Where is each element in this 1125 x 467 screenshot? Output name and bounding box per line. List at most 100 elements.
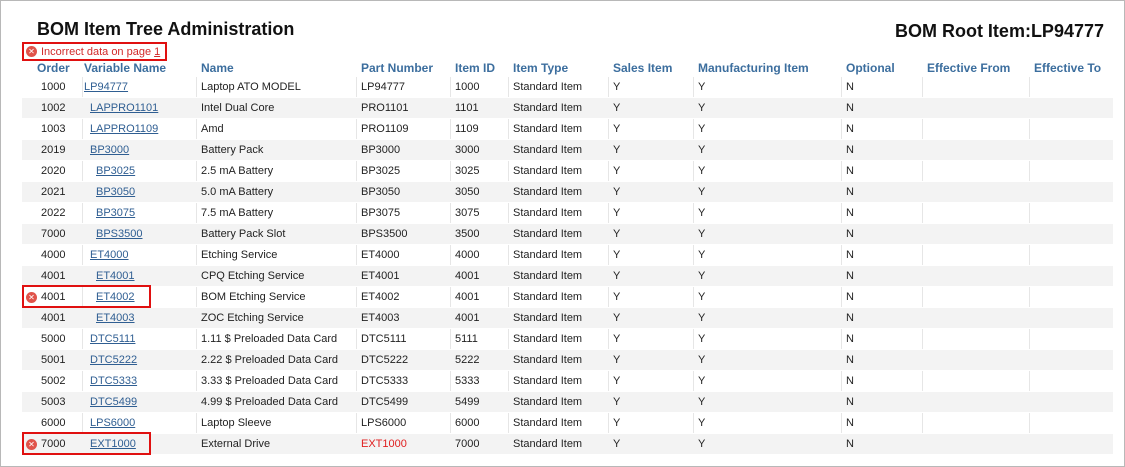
table-row[interactable]: ✕ 4001 ET4002 BOM Etching Service ET4002 4001… — [22, 285, 1113, 308]
cell-optional: N — [846, 186, 854, 198]
cell-sales-item: Y — [613, 396, 621, 408]
col-header-effective-from[interactable]: Effective From — [927, 61, 1010, 75]
cell-item-type: Standard Item — [513, 375, 583, 387]
cell-part-number: LP94777 — [361, 81, 406, 93]
cell-manufacturing-item: Y — [698, 144, 706, 156]
variable-name-link[interactable]: ET4003 — [96, 312, 135, 324]
table-row[interactable]: ✕ 7000 EXT1000 External Drive EXT1000 7000 Sta… — [22, 432, 1113, 455]
cell-item-id: 6000 — [455, 417, 480, 429]
cell-optional: N — [846, 312, 854, 324]
cell-optional: N — [846, 333, 854, 345]
col-header-optional[interactable]: Optional — [846, 61, 895, 75]
table-row[interactable]: 2021 BP3050 5.0 mA Battery BP3050 3050 Standa… — [22, 182, 1113, 203]
table-row[interactable]: 5000 DTC5111 1.11 $ Preloaded Data Card DTC… — [22, 329, 1113, 350]
cell-part-number: ET4003 — [361, 312, 400, 324]
cell-item-type: Standard Item — [513, 333, 583, 345]
cell-name: ZOC Etching Service — [201, 312, 304, 324]
error-highlight — [22, 285, 151, 308]
table-row[interactable]: 4001 ET4001 CPQ Etching Service ET4001 4001 S… — [22, 266, 1113, 287]
error-page-link[interactable]: 1 — [154, 46, 160, 58]
cell-part-number: DTC5222 — [361, 354, 409, 366]
cell-manufacturing-item: Y — [698, 333, 706, 345]
cell-sales-item: Y — [613, 102, 621, 114]
table-row[interactable]: 1002 LAPPRO1101 Intel Dual Core PRO1101 1101… — [22, 98, 1113, 119]
table-row[interactable]: 5002 DTC5333 3.33 $ Preloaded Data Card DTC… — [22, 371, 1113, 392]
variable-name-link[interactable]: LP94777 — [84, 81, 128, 93]
variable-name-link[interactable]: LPS6000 — [90, 417, 135, 429]
table-row[interactable]: 1000 LP94777 Laptop ATO MODEL LP94777 1000 St… — [22, 77, 1113, 98]
col-header-manufacturing-item[interactable]: Manufacturing Item — [698, 61, 809, 75]
table-row[interactable]: 2019 BP3000 Battery Pack BP3000 3000 Standard… — [22, 140, 1113, 161]
variable-name-link[interactable]: BP3050 — [96, 186, 135, 198]
cell-sales-item: Y — [613, 270, 621, 282]
cell-manufacturing-item: Y — [698, 123, 706, 135]
cell-optional: N — [846, 396, 854, 408]
cell-item-id: 5333 — [455, 375, 480, 387]
variable-name-link[interactable]: LAPPRO1109 — [90, 123, 158, 135]
cell-sales-item: Y — [613, 333, 621, 345]
cell-item-type: Standard Item — [513, 186, 583, 198]
cell-manufacturing-item: Y — [698, 165, 706, 177]
cell-item-type: Standard Item — [513, 396, 583, 408]
variable-name-link[interactable]: DTC5222 — [90, 354, 137, 366]
cell-manufacturing-item: Y — [698, 207, 706, 219]
cell-optional: N — [846, 102, 854, 114]
cell-item-id: 1000 — [455, 81, 480, 93]
variable-name-link[interactable]: DTC5499 — [90, 396, 137, 408]
table-row[interactable]: 7000 BPS3500 Battery Pack Slot BPS3500 3500 S… — [22, 224, 1113, 245]
col-header-effective-to[interactable]: Effective To — [1034, 61, 1101, 75]
col-header-part-number[interactable]: Part Number — [361, 61, 433, 75]
cell-part-number: BP3025 — [361, 165, 401, 177]
cell-part-number: DTC5333 — [361, 375, 409, 387]
table-row[interactable]: 4000 ET4000 Etching Service ET4000 4000 Stand… — [22, 245, 1113, 266]
cell-sales-item: Y — [613, 249, 621, 261]
cell-item-type: Standard Item — [513, 165, 583, 177]
bom-table-body: 1000 LP94777 Laptop ATO MODEL LP94777 1000 St… — [22, 77, 1113, 455]
variable-name-link[interactable]: DTC5111 — [90, 333, 135, 345]
cell-name: 2.5 mA Battery — [201, 165, 274, 177]
cell-manufacturing-item: Y — [698, 228, 706, 240]
table-row[interactable]: 4001 ET4003 ZOC Etching Service ET4003 4001 S… — [22, 308, 1113, 329]
table-header: Order Variable Name Name Part Number Ite… — [0, 61, 1125, 77]
variable-name-link[interactable]: BP3025 — [96, 165, 135, 177]
col-header-name[interactable]: Name — [201, 61, 234, 75]
table-row[interactable]: 2022 BP3075 7.5 mA Battery BP3075 3075 Standa… — [22, 203, 1113, 224]
cell-variable-name: LPS6000 — [90, 417, 135, 429]
col-header-sales-item[interactable]: Sales Item — [613, 61, 672, 75]
cell-item-id: 4001 — [455, 291, 480, 303]
variable-name-link[interactable]: LAPPRO1101 — [90, 102, 158, 114]
cell-order: 2022 — [41, 207, 66, 219]
col-header-order[interactable]: Order — [37, 61, 70, 75]
cell-sales-item: Y — [613, 291, 621, 303]
error-highlight — [22, 432, 151, 455]
cell-optional: N — [846, 375, 854, 387]
variable-name-link[interactable]: BP3075 — [96, 207, 135, 219]
cell-name: Intel Dual Core — [201, 102, 275, 114]
table-row[interactable]: 1003 LAPPRO1109 Amd PRO1109 1109 Standard Ite… — [22, 119, 1113, 140]
cell-item-id: 3075 — [455, 207, 480, 219]
col-header-item-type[interactable]: Item Type — [513, 61, 568, 75]
variable-name-link[interactable]: BP3000 — [90, 144, 129, 156]
cell-item-type: Standard Item — [513, 312, 583, 324]
cell-order: 2021 — [41, 186, 66, 198]
error-banner-text: Incorrect data on page — [41, 45, 152, 58]
col-header-item-id[interactable]: Item ID — [455, 61, 495, 75]
table-row[interactable]: 5003 DTC5499 4.99 $ Preloaded Data Card DTC… — [22, 392, 1113, 413]
table-row[interactable]: 5001 DTC5222 2.22 $ Preloaded Data Card DTC… — [22, 350, 1113, 371]
cell-part-number: BP3075 — [361, 207, 401, 219]
table-row[interactable]: 6000 LPS6000 Laptop Sleeve LPS6000 6000 Stand… — [22, 413, 1113, 434]
variable-name-link[interactable]: ET4000 — [90, 249, 129, 261]
cell-variable-name: BPS3500 — [96, 228, 142, 240]
variable-name-link[interactable]: DTC5333 — [90, 375, 137, 387]
cell-name: CPQ Etching Service — [201, 270, 305, 282]
col-header-variable-name[interactable]: Variable Name — [84, 61, 166, 75]
variable-name-link[interactable]: ET4001 — [96, 270, 135, 282]
page-title: BOM Item Tree Administration — [37, 19, 295, 39]
table-row[interactable]: 2020 BP3025 2.5 mA Battery BP3025 3025 Standa… — [22, 161, 1113, 182]
cell-sales-item: Y — [613, 165, 621, 177]
cell-variable-name: ET4000 — [90, 249, 129, 261]
cell-optional: N — [846, 354, 854, 366]
variable-name-link[interactable]: BPS3500 — [96, 228, 142, 240]
cell-item-type: Standard Item — [513, 354, 583, 366]
cell-variable-name: BP3075 — [96, 207, 135, 219]
